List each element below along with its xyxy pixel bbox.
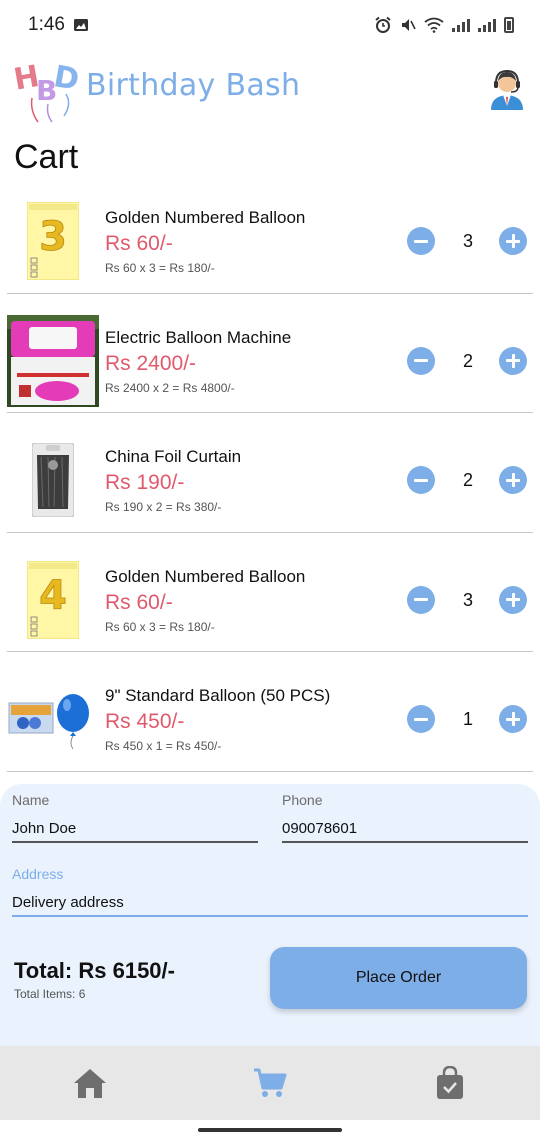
gesture-handle[interactable]	[198, 1128, 342, 1132]
cart-item: China Foil Curtain Rs 190/- Rs 190 x 2 =…	[7, 413, 533, 533]
decrease-quantity-button[interactable]	[407, 227, 435, 255]
address-underline	[12, 915, 528, 917]
quantity-value: 3	[462, 231, 473, 251]
item-price: Rs 60/-	[105, 590, 173, 614]
minus-icon	[414, 717, 428, 721]
item-name: Golden Numbered Balloon	[105, 566, 306, 586]
item-name: Golden Numbered Balloon	[105, 208, 306, 227]
address-label: Address	[12, 866, 64, 882]
nav-orders[interactable]	[360, 1046, 540, 1120]
hbd-logo-icon: H B D	[12, 59, 82, 123]
quantity-value: 2	[462, 350, 473, 371]
increase-quantity-button[interactable]	[499, 585, 527, 614]
support-agent-avatar[interactable]	[488, 66, 526, 110]
page-title: Cart	[14, 138, 79, 176]
status-icons	[374, 16, 514, 34]
quantity-value: 1	[462, 709, 473, 729]
increase-quantity-button[interactable]	[499, 705, 527, 733]
name-label: Name	[12, 792, 50, 808]
place-order-button[interactable]: Place Order	[270, 947, 527, 1009]
item-subtotal: Rs 60 x 3 = Rs 180/-	[105, 261, 215, 275]
item-name: Electric Balloon Machine	[105, 327, 292, 347]
status-time: 1:46	[28, 14, 65, 35]
thumb-glyph: 3	[39, 214, 67, 260]
increase-quantity-button[interactable]	[499, 227, 527, 255]
shopping-bag-icon	[437, 1066, 463, 1099]
signal-icon	[452, 18, 470, 32]
balloon-pump-image	[7, 314, 99, 407]
cart-item: Electric Balloon Machine Rs 2400/- Rs 24…	[7, 294, 533, 413]
order-total: Total: Rs 6150/-	[14, 958, 175, 983]
alarm-icon	[375, 16, 391, 33]
decrease-quantity-button[interactable]	[407, 705, 435, 733]
name-input[interactable]: John Doe	[12, 820, 258, 837]
item-subtotal: Rs 190 x 2 = Rs 380/-	[105, 500, 222, 514]
item-price: Rs 190/-	[105, 471, 185, 494]
item-price: Rs 60/-	[105, 232, 173, 255]
cart-list: 3 Golden Numbered Balloon Rs 60/- Rs 60 …	[7, 174, 533, 772]
total-items: Total Items: 6	[14, 987, 86, 1001]
home-icon	[74, 1069, 106, 1098]
minus-icon	[414, 359, 428, 362]
cart-item: 3 Golden Numbered Balloon Rs 60/- Rs 60 …	[7, 174, 533, 294]
gallery-notification-icon	[73, 19, 88, 31]
svg-text:D: D	[51, 59, 82, 98]
app-title: Birthday Bash	[86, 68, 301, 103]
quantity-value: 3	[462, 589, 473, 610]
minus-icon	[414, 478, 428, 482]
nav-cart[interactable]	[180, 1046, 360, 1120]
wifi-icon	[424, 17, 444, 33]
name-field[interactable]: Name John Doe	[12, 792, 258, 843]
order-panel: Name John Doe Phone 090078601 Address De…	[0, 784, 540, 1046]
item-subtotal: Rs 450 x 1 = Rs 450/-	[105, 739, 222, 753]
gold-balloon-4-image: 4	[7, 554, 99, 646]
status-time-group: 1:46	[28, 14, 89, 36]
item-name: China Foil Curtain	[105, 447, 242, 466]
item-subtotal: Rs 60 x 3 = Rs 180/-	[105, 619, 215, 634]
battery-icon	[504, 17, 514, 33]
minus-icon	[414, 598, 428, 601]
item-price: Rs 450/-	[105, 710, 185, 733]
minus-icon	[414, 239, 428, 243]
cart-item: 4 Golden Numbered Balloon Rs 60/- Rs 60 …	[7, 533, 533, 652]
item-name: 9" Standard Balloon (50 PCS)	[105, 686, 331, 705]
increase-quantity-button[interactable]	[499, 466, 527, 494]
increase-quantity-button[interactable]	[499, 346, 527, 375]
phone-underline	[282, 841, 528, 843]
app-header: H B D Birthday Bash	[0, 52, 540, 123]
system-gesture-bar	[0, 1120, 540, 1140]
decrease-quantity-button[interactable]	[407, 346, 435, 375]
address-field[interactable]: Address Delivery address	[12, 866, 528, 917]
status-bar: 1:46	[0, 0, 540, 50]
gold-balloon-3-image: 3	[7, 195, 99, 287]
item-price: Rs 2400/-	[105, 351, 197, 375]
decrease-quantity-button[interactable]	[407, 466, 435, 494]
bottom-navigation	[0, 1046, 540, 1120]
cart-item: 9" Standard Balloon (50 PCS) Rs 450/- Rs…	[7, 652, 533, 772]
quantity-value: 2	[462, 470, 473, 490]
cart-icon	[254, 1068, 287, 1097]
signal-icon-2	[478, 18, 496, 32]
phone-label: Phone	[282, 792, 323, 808]
foil-curtain-image	[7, 434, 99, 526]
nav-home[interactable]	[0, 1046, 180, 1120]
blue-balloon-pack-image	[7, 673, 99, 765]
phone-field[interactable]: Phone 090078601	[282, 792, 528, 843]
decrease-quantity-button[interactable]	[407, 585, 435, 614]
address-input[interactable]: Delivery address	[12, 894, 528, 911]
thumb-glyph: 4	[39, 573, 67, 619]
phone-input[interactable]: 090078601	[282, 820, 528, 837]
mute-icon	[402, 19, 416, 31]
name-underline	[12, 841, 258, 843]
item-subtotal: Rs 2400 x 2 = Rs 4800/-	[105, 380, 235, 395]
